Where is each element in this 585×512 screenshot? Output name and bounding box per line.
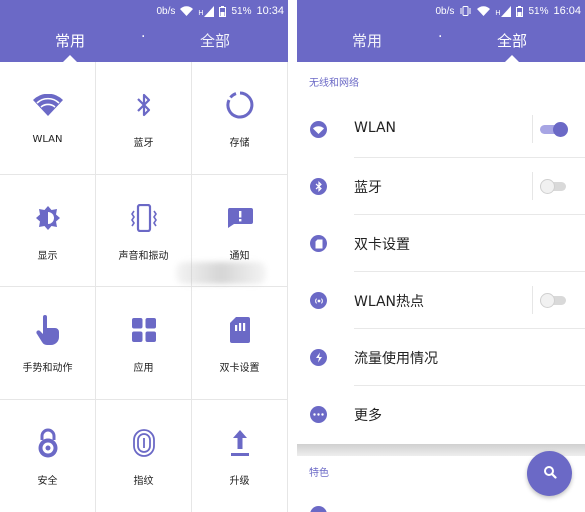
notification-icon [225, 203, 255, 233]
settings-grid: WLAN 蓝牙 存储 显示 声音和振动 通知 手势和动作 应用 双卡设置 安全 … [0, 62, 288, 512]
signal-icon: H [198, 5, 215, 17]
wifi-icon [32, 90, 63, 120]
hotspot-toggle[interactable] [540, 293, 568, 308]
grid-item-label: WLAN [32, 134, 63, 145]
grid-item-gesture[interactable]: 手势和动作 [0, 287, 96, 400]
grid-item-upgrade[interactable]: 升级 [192, 399, 288, 512]
network-speed: 0b/s [156, 5, 176, 17]
grid-item-label: 指纹 [133, 475, 154, 487]
app-header: 0b/s H 51% 16:04 常用 · 全部 [297, 0, 585, 62]
more-icon [310, 406, 327, 423]
clock: 10:34 [256, 5, 284, 17]
app-header: 0b/s H 51% 10:34 常用 · 全部 [0, 0, 288, 62]
clock: 16:04 [553, 5, 581, 17]
battery-percent: 51% [231, 5, 252, 17]
grid-item-security[interactable]: 安全 [0, 399, 96, 512]
lock-icon [33, 428, 63, 458]
grid-item-label: 声音和振动 [118, 250, 169, 262]
grid-item-wlan[interactable]: WLAN [0, 62, 96, 175]
row-separator [532, 286, 533, 314]
list-item-label: 更多 [354, 408, 382, 424]
bluetooth-toggle[interactable] [540, 179, 568, 194]
row-separator [532, 115, 533, 143]
search-icon [543, 464, 557, 483]
section-title-features: 特色 [309, 468, 329, 479]
active-tab-indicator [63, 55, 77, 62]
list-item-icon-partial [310, 506, 327, 512]
tab-all[interactable]: 全部 [200, 30, 230, 51]
grid-item-bluetooth[interactable]: 蓝牙 [96, 62, 192, 175]
list-item-sim[interactable]: 双卡设置 [297, 215, 585, 272]
search-button[interactable] [527, 451, 572, 496]
fingerprint-icon [129, 428, 159, 458]
apps-icon [129, 315, 159, 345]
active-tab-indicator [505, 55, 519, 62]
list-item-bluetooth[interactable]: 蓝牙 [297, 158, 585, 215]
grid-item-label: 应用 [133, 363, 154, 374]
tab-all[interactable]: 全部 [497, 30, 527, 51]
gesture-icon [33, 315, 63, 345]
list-item-data-usage[interactable]: 流量使用情况 [297, 329, 585, 386]
grid-item-sim[interactable]: 双卡设置 [192, 287, 288, 400]
grid-item-label: 蓝牙 [133, 138, 154, 149]
wlan-toggle[interactable] [540, 122, 568, 137]
screen-all: 0b/s H 51% 16:04 常用 · 全部 无线和网络 WLAN 蓝牙 双… [297, 0, 585, 512]
list-item-hotspot[interactable]: WLAN热点 [297, 272, 585, 329]
tab-common[interactable]: 常用 [55, 30, 85, 51]
upgrade-icon [225, 428, 255, 458]
tab-common[interactable]: 常用 [352, 30, 382, 51]
list-item-more[interactable]: 更多 [297, 386, 585, 443]
grid-item-label: 手势和动作 [22, 363, 73, 374]
tab-separator: · [141, 29, 146, 45]
list-item-label: 流量使用情况 [354, 351, 438, 367]
wifi-status-icon [477, 6, 491, 16]
list-item-wlan[interactable]: WLAN [297, 101, 585, 158]
bluetooth-icon [310, 178, 327, 195]
row-separator [532, 172, 533, 200]
brightness-icon [33, 203, 63, 233]
wifi-icon [310, 121, 327, 138]
vibrate-icon [129, 203, 159, 233]
battery-icon [516, 5, 524, 17]
blurred-overlay [176, 262, 266, 284]
tab-separator: · [438, 29, 443, 45]
storage-icon [225, 90, 255, 120]
grid-item-label: 通知 [229, 250, 250, 262]
grid-item-label: 安全 [37, 475, 58, 487]
status-bar: 0b/s H 51% 10:34 [156, 3, 284, 19]
grid-item-display[interactable]: 显示 [0, 174, 96, 287]
grid-item-label: 升级 [229, 475, 250, 487]
list-item-label: WLAN [354, 120, 397, 136]
grid-item-storage[interactable]: 存储 [192, 62, 288, 175]
list-item-label: 蓝牙 [354, 180, 382, 196]
sim-card-icon [225, 315, 255, 345]
sim-card-icon [310, 235, 327, 252]
screen-common: 0b/s H 51% 10:34 常用 · 全部 WLAN 蓝牙 存储 显示 声… [0, 0, 288, 512]
hotspot-icon [310, 292, 327, 309]
grid-item-label: 双卡设置 [219, 363, 260, 374]
status-bar: 0b/s H 51% 16:04 [435, 3, 581, 19]
data-usage-icon [310, 349, 327, 366]
signal-icon: H [495, 5, 512, 17]
grid-item-label: 显示 [37, 250, 58, 262]
grid-item-label: 存储 [229, 138, 250, 149]
network-speed: 0b/s [435, 5, 455, 17]
wifi-status-icon [180, 6, 194, 16]
battery-percent: 51% [528, 5, 549, 17]
list-item-label: WLAN热点 [354, 294, 425, 310]
list-item-label: 双卡设置 [354, 237, 410, 253]
section-title-wireless: 无线和网络 [309, 78, 359, 89]
grid-item-fingerprint[interactable]: 指纹 [96, 399, 192, 512]
bluetooth-icon [129, 90, 159, 120]
battery-icon [219, 5, 227, 17]
grid-item-apps[interactable]: 应用 [96, 287, 192, 400]
screen-divider [288, 0, 297, 512]
vibrate-status-icon [459, 6, 472, 16]
